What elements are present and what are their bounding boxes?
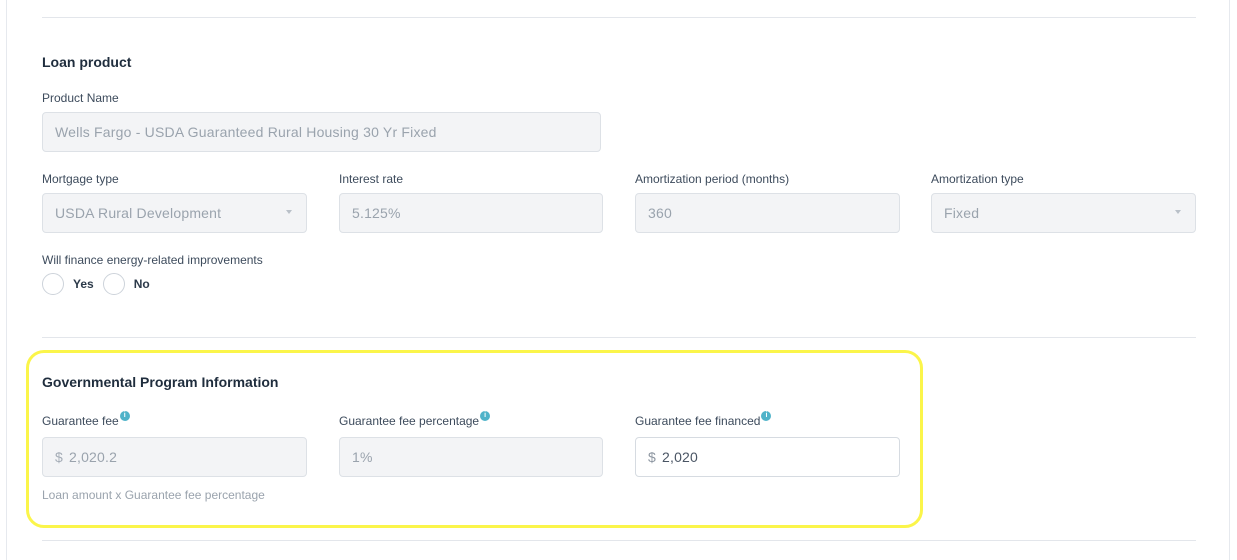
mortgage-type-label: Mortgage type [42, 172, 119, 186]
section-divider [42, 337, 1196, 338]
guarantee-fee-hint: Loan amount x Guarantee fee percentage [42, 488, 265, 502]
guarantee-fee-value: 2,020.2 [69, 449, 118, 465]
amortization-period-value: 360 [648, 205, 672, 221]
product-name-field[interactable]: Wells Fargo - USDA Guaranteed Rural Hous… [42, 112, 601, 152]
bottom-divider [42, 540, 1196, 541]
info-icon[interactable]: i [761, 411, 772, 421]
guarantee-fee-label: Guarantee fee i [42, 411, 130, 428]
energy-improvements-label: Will finance energy-related improvements [42, 253, 263, 267]
energy-improvements-radio-group: Yes No [42, 273, 159, 295]
amortization-type-label: Amortization type [931, 172, 1024, 186]
info-icon[interactable]: i [119, 411, 130, 421]
chevron-down-icon [286, 210, 292, 214]
guarantee-fee-percentage-field[interactable]: 1% [339, 437, 603, 477]
product-name-label: Product Name [42, 91, 119, 105]
guarantee-fee-field[interactable]: $ 2,020.2 [42, 437, 307, 477]
loan-product-title: Loan product [42, 54, 132, 70]
guarantee-fee-percentage-value: 1% [352, 449, 373, 465]
guarantee-fee-percentage-label: Guarantee fee percentage i [339, 411, 491, 428]
mortgage-type-select[interactable]: USDA Rural Development [42, 193, 307, 233]
interest-rate-field[interactable]: 5.125% [339, 193, 603, 233]
guarantee-fee-financed-input[interactable]: $ 2,020 [635, 437, 900, 477]
guarantee-fee-financed-label: Guarantee fee financed i [635, 411, 772, 428]
interest-rate-label: Interest rate [339, 172, 404, 186]
chevron-down-icon [1175, 210, 1181, 214]
radio-yes-label[interactable]: Yes [73, 277, 94, 291]
radio-no[interactable] [102, 273, 125, 295]
page: Loan product Product Name Wells Fargo - … [0, 0, 1237, 560]
currency-prefix: $ [648, 449, 656, 465]
info-icon[interactable]: i [480, 411, 491, 421]
amortization-type-select[interactable]: Fixed [931, 193, 1196, 233]
guarantee-fee-financed-label-text: Guarantee fee financed [635, 414, 761, 428]
mortgage-type-value: USDA Rural Development [55, 205, 222, 221]
amortization-period-field[interactable]: 360 [635, 193, 900, 233]
guarantee-fee-label-text: Guarantee fee [42, 414, 119, 428]
currency-prefix: $ [55, 449, 63, 465]
guarantee-fee-percentage-label-text: Guarantee fee percentage [339, 414, 480, 428]
radio-no-label[interactable]: No [134, 277, 150, 291]
guarantee-fee-financed-value: 2,020 [662, 449, 699, 465]
governmental-program-title: Governmental Program Information [42, 374, 279, 390]
interest-rate-value: 5.125% [352, 205, 401, 221]
amortization-period-label: Amortization period (months) [635, 172, 790, 186]
product-name-value: Wells Fargo - USDA Guaranteed Rural Hous… [55, 124, 437, 140]
top-divider [42, 17, 1196, 18]
radio-yes[interactable] [42, 273, 64, 295]
amortization-type-value: Fixed [944, 205, 980, 221]
